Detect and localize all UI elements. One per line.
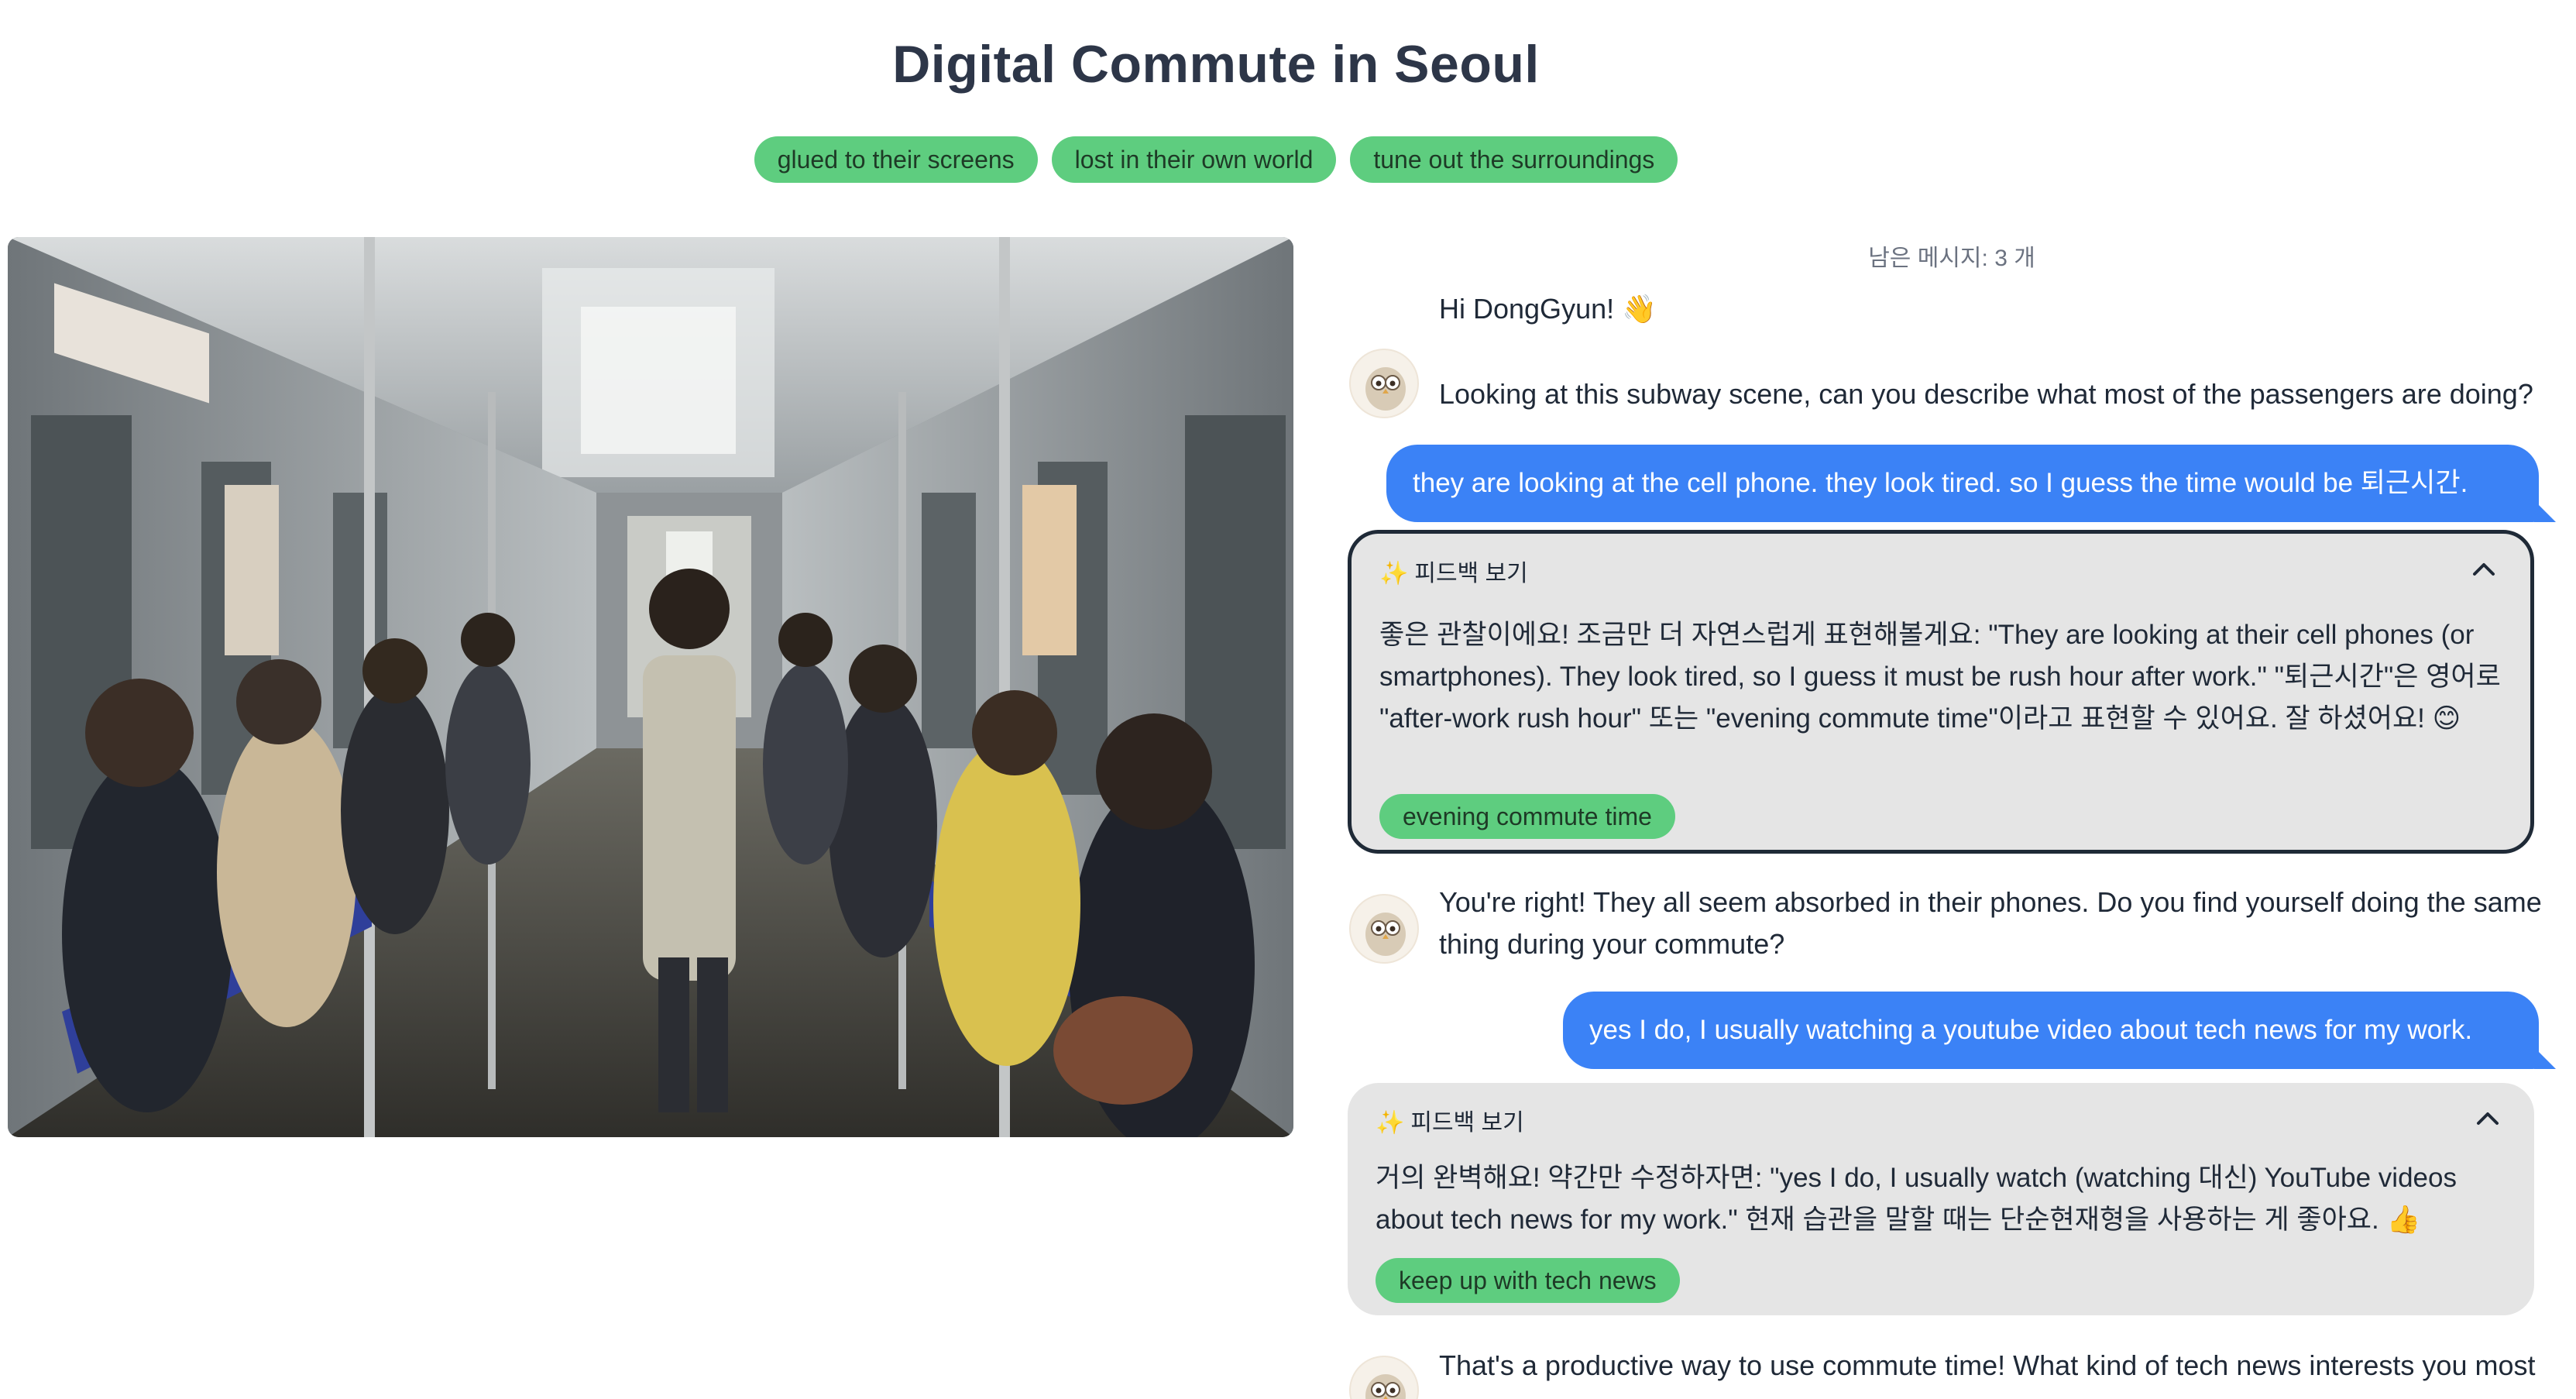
feedback-text: 좋은 관찰이에요! 조금만 더 자연스럽게 표현해볼게요: "They are … [1379,620,2501,734]
expression-tags: glued to their screens lost in their own… [0,136,2432,183]
remaining-messages: 남은 메시지: 3 개 [1868,246,2035,271]
vocab-chip[interactable]: evening commute time [1379,794,1675,839]
user-message: they are looking at the cell phone. they… [1386,445,2539,522]
tag-chip[interactable]: glued to their screens [754,136,1038,183]
feedback-toggle[interactable]: ✨ 피드백 보기 [1379,554,1528,588]
sparkle-icon: ✨ [1379,561,1409,586]
feedback-panel[interactable]: ✨ 피드백 보기 거의 완벽해요! 약간만 수정하자면: "yes I do, I… [1348,1083,2534,1315]
vocab-chip[interactable]: keep up with tech news [1376,1258,1680,1303]
feedback-panel[interactable]: ✨ 피드백 보기 좋은 관찰이에요! 조금만 더 자연스럽게 표현해볼게요: "T… [1348,530,2534,854]
page-title: Digital Commute in Seoul [892,35,1540,94]
bot-message: Looking at this subway scene, can you de… [1439,378,2533,410]
subway-photo [8,237,1293,1137]
feedback-header-label: 피드백 보기 [1414,561,1528,586]
chevron-up-icon[interactable] [2468,557,2499,580]
feedback-toggle[interactable]: ✨ 피드백 보기 [1376,1103,1524,1137]
bot-message: You're right! They all seem absorbed in … [1439,886,2542,960]
feedback-header-label: 피드백 보기 [1410,1110,1524,1136]
bot-message: That's a productive way to use commute t… [1439,1349,2536,1381]
feedback-text: 거의 완벽해요! 약간만 수정하자면: "yes I do, I usually… [1376,1163,2457,1235]
tag-chip[interactable]: lost in their own world [1051,136,1337,183]
user-message: yes I do, I usually watching a youtube v… [1563,992,2539,1069]
bubble-tail [2534,500,2556,522]
greeting-message: Hi DongGyun! 👋 [1439,293,1657,325]
bubble-tail [2534,1047,2556,1069]
bot-avatar-icon [1349,349,1419,418]
bot-avatar-icon [1349,894,1419,964]
sparkle-icon: ✨ [1376,1110,1405,1136]
chevron-up-icon[interactable] [2472,1106,2503,1129]
tag-chip[interactable]: tune out the surroundings [1350,136,1678,183]
bot-avatar-icon [1349,1356,1419,1399]
